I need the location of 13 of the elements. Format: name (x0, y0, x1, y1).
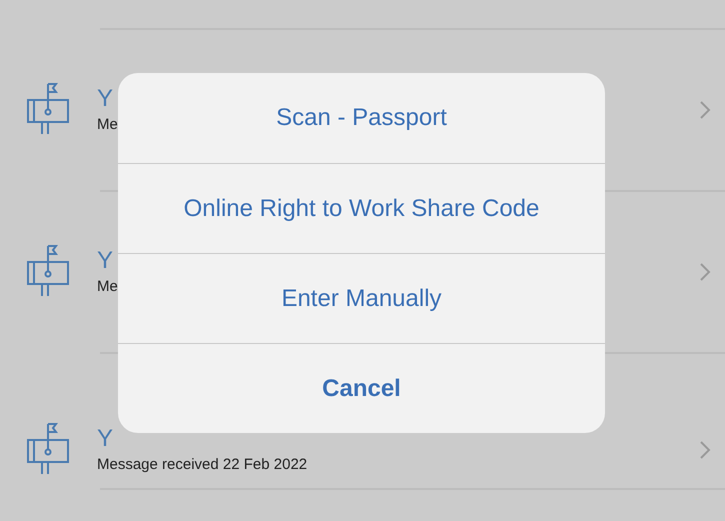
action-button[interactable]: Scan - Passport (118, 73, 605, 163)
action-button[interactable]: Enter Manually (118, 253, 605, 343)
chevron-right-icon (699, 440, 711, 460)
chevron-right-icon (699, 262, 711, 282)
action-button[interactable]: Cancel (118, 343, 605, 433)
action-button[interactable]: Online Right to Work Share Code (118, 163, 605, 253)
message-title: Y (97, 84, 114, 114)
chevron-right-icon (699, 100, 711, 120)
message-title: Y (97, 246, 114, 276)
message-subtitle: Message received 22 Feb 2022 (97, 454, 308, 475)
message-subtitle: Me (97, 114, 118, 135)
message-title: Y (97, 424, 114, 454)
message-subtitle: Me (97, 276, 118, 297)
